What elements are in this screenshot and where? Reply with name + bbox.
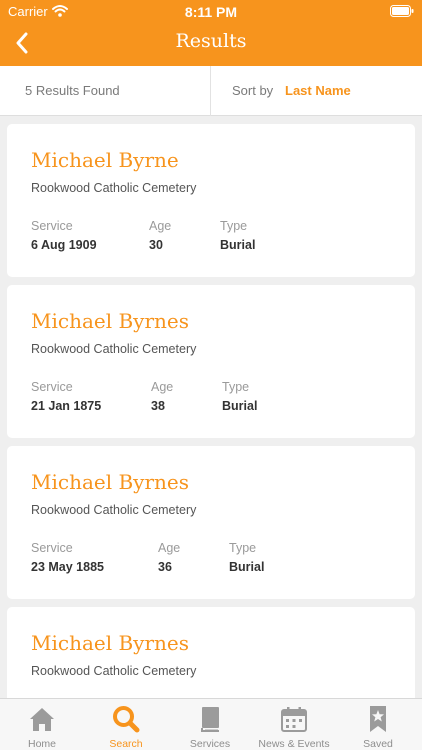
service-value: 6 Aug 1909 bbox=[31, 238, 97, 252]
age-label: Age bbox=[151, 380, 174, 394]
type-value: Burial bbox=[229, 560, 265, 574]
divider bbox=[210, 66, 211, 116]
result-card[interactable]: Michael Byrnes Rookwood Catholic Cemeter… bbox=[7, 607, 415, 698]
result-cemetery: Rookwood Catholic Cemetery bbox=[31, 664, 197, 678]
result-cemetery: Rookwood Catholic Cemetery bbox=[31, 181, 197, 195]
sort-selector[interactable]: Last Name bbox=[285, 83, 351, 98]
status-bar: Carrier 8:11 PM bbox=[0, 0, 422, 22]
result-card[interactable]: Michael Byrnes Rookwood Catholic Cemeter… bbox=[7, 285, 415, 438]
tab-search[interactable]: Search bbox=[84, 699, 168, 750]
tab-label: Saved bbox=[363, 738, 393, 750]
calendar-icon bbox=[281, 707, 307, 732]
service-label: Service bbox=[31, 541, 73, 555]
home-icon bbox=[30, 708, 54, 731]
age-value: 38 bbox=[151, 399, 165, 413]
age-label: Age bbox=[158, 541, 181, 555]
sort-label: Sort by bbox=[232, 83, 274, 98]
tab-saved[interactable]: Saved bbox=[336, 699, 420, 750]
tab-home[interactable]: Home bbox=[0, 699, 84, 750]
service-value: 21 Jan 1875 bbox=[31, 399, 102, 413]
search-icon bbox=[113, 706, 140, 733]
age-label: Age bbox=[149, 219, 172, 233]
result-name: Michael Byrnes bbox=[31, 470, 190, 494]
service-label: Service bbox=[31, 380, 73, 394]
battery-icon bbox=[390, 5, 414, 17]
tab-label: News & Events bbox=[258, 738, 330, 750]
results-list[interactable]: Michael Byrne Rookwood Catholic Cemetery… bbox=[0, 116, 422, 698]
result-card[interactable]: Michael Byrnes Rookwood Catholic Cemeter… bbox=[7, 446, 415, 599]
bookmark-star-icon bbox=[370, 706, 386, 732]
type-label: Type bbox=[220, 219, 248, 233]
tab-label: Home bbox=[27, 738, 56, 750]
age-value: 36 bbox=[158, 560, 172, 574]
result-name: Michael Byrnes bbox=[31, 631, 190, 655]
result-card[interactable]: Michael Byrne Rookwood Catholic Cemetery… bbox=[7, 124, 415, 277]
nav-header: Carrier 8:11 PM Results bbox=[0, 0, 422, 66]
tab-news-events[interactable]: News & Events bbox=[252, 699, 336, 750]
service-label: Service bbox=[31, 219, 73, 233]
type-label: Type bbox=[222, 380, 250, 394]
type-label: Type bbox=[229, 541, 257, 555]
result-cemetery: Rookwood Catholic Cemetery bbox=[31, 503, 197, 517]
page-title: Results bbox=[175, 30, 247, 52]
type-value: Burial bbox=[220, 238, 256, 252]
tab-services[interactable]: Services bbox=[168, 699, 252, 750]
service-value: 23 May 1885 bbox=[31, 560, 104, 574]
age-value: 30 bbox=[149, 238, 163, 252]
result-name: Michael Byrnes bbox=[31, 309, 190, 333]
sort-bar: 5 Results Found Sort by Last Name bbox=[0, 66, 422, 116]
tab-label: Services bbox=[189, 738, 231, 750]
result-name: Michael Byrne bbox=[31, 148, 179, 172]
clock: 8:11 PM bbox=[184, 4, 238, 20]
tab-label: Search bbox=[109, 738, 143, 750]
result-cemetery: Rookwood Catholic Cemetery bbox=[31, 342, 197, 356]
results-count: 5 Results Found bbox=[25, 83, 120, 98]
book-icon bbox=[201, 707, 219, 732]
tab-bar: Home Search Services News & Events Saved bbox=[0, 698, 422, 750]
type-value: Burial bbox=[222, 399, 258, 413]
